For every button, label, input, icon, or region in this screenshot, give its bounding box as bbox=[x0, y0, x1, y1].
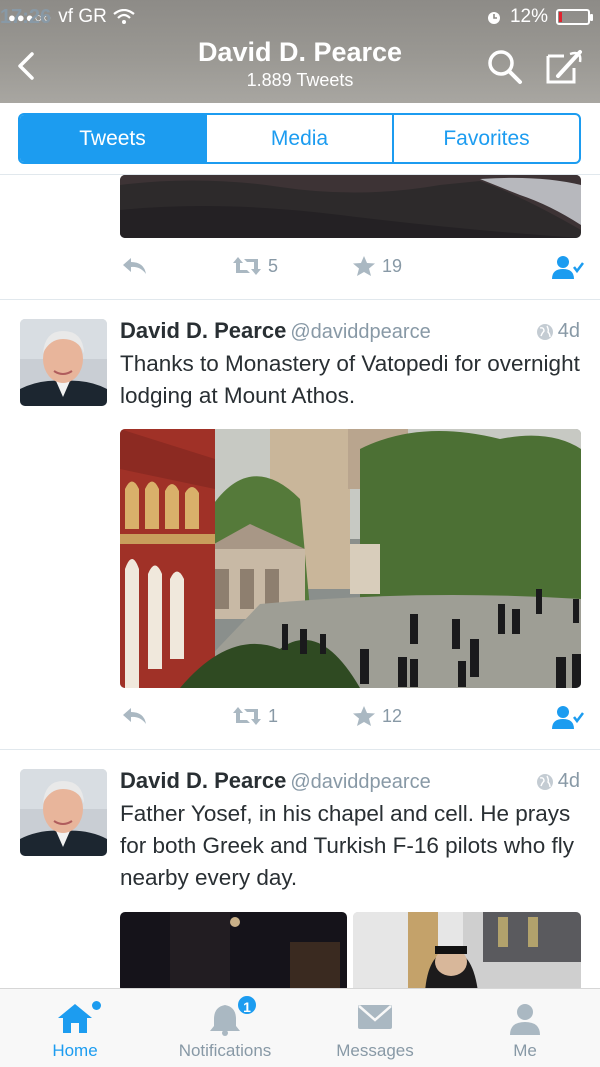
favorite-button[interactable]: 19 bbox=[352, 255, 402, 277]
tab-label: Notifications bbox=[178, 1041, 272, 1060]
tweet-actions: 1 12 bbox=[120, 705, 584, 735]
avatar-photo bbox=[20, 769, 107, 856]
tweet-time: 4d bbox=[536, 320, 580, 343]
cell-photo bbox=[353, 912, 581, 988]
author-name[interactable]: David D. Pearce bbox=[120, 318, 286, 343]
reply-icon[interactable] bbox=[120, 705, 148, 727]
chapel-photo bbox=[120, 912, 347, 988]
retweet-count: 5 bbox=[268, 255, 279, 276]
avatar-photo bbox=[20, 319, 107, 406]
retweet-icon bbox=[233, 257, 261, 275]
tab-messages[interactable]: Messages bbox=[300, 989, 450, 1067]
tweet-time-label: 4d bbox=[557, 770, 580, 792]
retweet-icon bbox=[233, 707, 261, 725]
tweet-partial[interactable]: 5 19 bbox=[0, 175, 600, 300]
status-bar: ●●●○○ vf GR 17:26 12% bbox=[0, 0, 600, 34]
tweet-father-yosef[interactable]: David D. Pearce @daviddpearce 4d Father Y… bbox=[0, 750, 600, 988]
follow-check-icon[interactable] bbox=[552, 705, 584, 731]
landscape-photo bbox=[120, 175, 581, 238]
tweet-image-chapel[interactable] bbox=[120, 912, 347, 988]
tab-label: Home bbox=[52, 1041, 98, 1060]
tweet-time-label: 4d bbox=[557, 320, 580, 342]
me-person-icon bbox=[510, 1004, 540, 1035]
tab-me[interactable]: Me bbox=[450, 989, 600, 1067]
battery-icon bbox=[556, 9, 593, 25]
star-icon bbox=[353, 706, 375, 726]
reply-icon[interactable] bbox=[120, 255, 148, 277]
tweet-header: David D. Pearce @daviddpearce 4d bbox=[120, 768, 580, 798]
battery-percent: 12% bbox=[509, 6, 548, 27]
tweet-actions: 5 19 bbox=[120, 255, 584, 285]
compose-icon[interactable] bbox=[544, 46, 586, 86]
tweet-text: Thanks to Monastery of Vatopedi for over… bbox=[120, 351, 580, 408]
avatar[interactable] bbox=[20, 769, 107, 856]
author-handle[interactable]: @daviddpearce bbox=[290, 321, 430, 343]
favorite-count: 12 bbox=[382, 705, 403, 726]
author-handle[interactable]: @daviddpearce bbox=[290, 771, 430, 793]
new-content-dot bbox=[92, 1001, 101, 1010]
globe-icon bbox=[536, 323, 553, 340]
bottom-tab-bar: Home 1 Notifications Messages Me bbox=[0, 988, 600, 1067]
tweet-text: Father Yosef, in his chapel and cell. He… bbox=[120, 801, 574, 890]
battery-level bbox=[559, 12, 562, 22]
messages-envelope-icon bbox=[358, 1005, 392, 1029]
avatar[interactable] bbox=[20, 319, 107, 406]
retweet-button[interactable]: 5 bbox=[232, 255, 278, 277]
home-icon bbox=[58, 1004, 92, 1033]
tab-label: Messages bbox=[336, 1041, 414, 1060]
follow-check-icon[interactable] bbox=[552, 255, 584, 281]
profile-header: ●●●○○ vf GR 17:26 12% David D. Pearce 1.… bbox=[0, 0, 600, 103]
search-icon[interactable] bbox=[486, 48, 524, 86]
retweet-button[interactable]: 1 bbox=[232, 705, 278, 727]
tweet-vatopedi[interactable]: David D. Pearce @daviddpearce 4d Thanks t… bbox=[0, 300, 600, 750]
tab-label: Me bbox=[513, 1041, 537, 1060]
favorite-button[interactable]: 12 bbox=[352, 705, 402, 727]
twitter-profile-screen: ●●●○○ vf GR 17:26 12% David D. Pearce 1.… bbox=[0, 0, 600, 1067]
tweet-image-monastery[interactable] bbox=[120, 429, 581, 688]
alarm-icon bbox=[487, 12, 500, 24]
star-icon bbox=[353, 256, 375, 276]
profile-tab-bar: Tweets Media Favorites bbox=[0, 103, 600, 175]
retweet-count: 1 bbox=[268, 705, 279, 726]
monastery-photo bbox=[120, 429, 581, 688]
tweet-image-landscape[interactable] bbox=[120, 175, 581, 238]
author-name[interactable]: David D. Pearce bbox=[120, 768, 286, 793]
segmented-control: Tweets Media Favorites bbox=[18, 113, 581, 164]
status-right: 12% bbox=[486, 6, 593, 28]
favorite-count: 19 bbox=[382, 255, 403, 276]
tweet-header: David D. Pearce @daviddpearce 4d bbox=[120, 318, 580, 348]
tab-media[interactable]: Media bbox=[207, 115, 394, 162]
tab-favorites[interactable]: Favorites bbox=[394, 115, 579, 162]
globe-icon bbox=[536, 773, 553, 790]
tab-tweets[interactable]: Tweets bbox=[20, 115, 207, 162]
tab-home[interactable]: Home bbox=[0, 989, 150, 1067]
tweet-time: 4d bbox=[536, 770, 580, 793]
tab-notifications[interactable]: 1 Notifications bbox=[150, 989, 300, 1067]
notification-badge: 1 bbox=[236, 994, 258, 1016]
tweet-image-cell[interactable] bbox=[353, 912, 581, 988]
tweet-feed[interactable]: 5 19 David D. Pearce @daviddpearce 4d Th… bbox=[0, 175, 600, 988]
